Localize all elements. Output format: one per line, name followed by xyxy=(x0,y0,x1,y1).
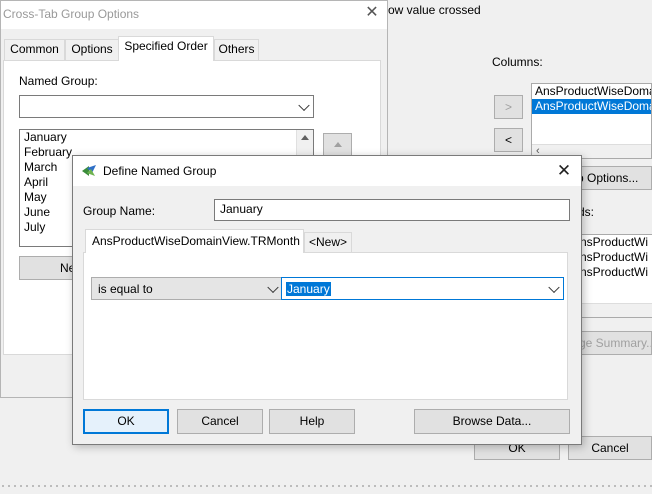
operator-value: is equal to xyxy=(98,282,153,296)
chevron-down-icon xyxy=(548,281,560,293)
ok-button[interactable]: OK xyxy=(83,409,169,434)
group-name-input[interactable]: January xyxy=(214,199,570,221)
dotted-divider xyxy=(0,484,652,488)
named-group-dropdown[interactable] xyxy=(19,95,314,118)
dng-title-bar: Define Named Group ✕ xyxy=(73,156,581,186)
add-column-button[interactable]: > xyxy=(494,95,523,119)
list-item[interactable]: nsProductWi xyxy=(570,235,652,250)
new-button[interactable]: Ne xyxy=(19,256,79,280)
arrow-up-icon xyxy=(334,142,342,147)
list-item[interactable]: nsProductWi xyxy=(570,250,652,265)
close-icon[interactable]: ✕ xyxy=(555,162,573,180)
browse-data-button[interactable]: Browse Data... xyxy=(414,409,570,434)
value-text[interactable]: January xyxy=(286,282,331,296)
named-group-label: Named Group: xyxy=(19,74,98,88)
chevron-down-icon xyxy=(298,99,310,111)
columns-label: Columns: xyxy=(492,55,543,69)
columns-listbox[interactable]: AnsProductWiseDoma AnsProductWiseDoma ‹ xyxy=(531,83,652,159)
crosstab-title: Cross-Tab Group Options xyxy=(3,7,140,21)
tab-options[interactable]: Options xyxy=(65,39,119,60)
move-up-button[interactable] xyxy=(323,133,352,157)
tab-trmonth[interactable]: AnsProductWiseDomainView.TRMonth xyxy=(85,229,304,253)
list-item[interactable]: January xyxy=(20,130,313,145)
chevron-down-icon xyxy=(267,281,279,293)
tab-specified-order[interactable]: Specified Order xyxy=(118,36,214,61)
dng-title: Define Named Group xyxy=(103,164,217,178)
fields-hscrollbar[interactable] xyxy=(570,303,652,317)
list-item[interactable]: nsProductWi xyxy=(570,265,652,280)
tab-others[interactable]: Others xyxy=(214,39,259,60)
help-button[interactable]: Help xyxy=(269,409,355,434)
tab-common[interactable]: Common xyxy=(4,39,65,60)
remove-column-button[interactable]: < xyxy=(494,128,523,152)
list-item[interactable]: AnsProductWiseDoma xyxy=(532,99,651,114)
operator-dropdown[interactable]: is equal to xyxy=(91,277,283,300)
close-icon[interactable]: ✕ xyxy=(363,4,381,22)
condition-panel: is equal to January xyxy=(83,252,568,400)
cancel-button[interactable]: Cancel xyxy=(177,409,263,434)
value-dropdown[interactable]: January xyxy=(281,277,564,300)
tab-new[interactable]: <New> xyxy=(304,232,352,253)
header-text: row value crossed xyxy=(384,3,481,17)
group-name-label: Group Name: xyxy=(83,204,156,218)
define-named-group-dialog: Define Named Group ✕ Group Name: January… xyxy=(72,155,582,445)
list-item[interactable]: AnsProductWiseDoma xyxy=(532,84,651,99)
crosstab-title-bar: Cross-Tab Group Options ✕ xyxy=(1,1,387,29)
app-icon xyxy=(82,165,96,176)
scroll-up-icon[interactable] xyxy=(301,135,309,140)
